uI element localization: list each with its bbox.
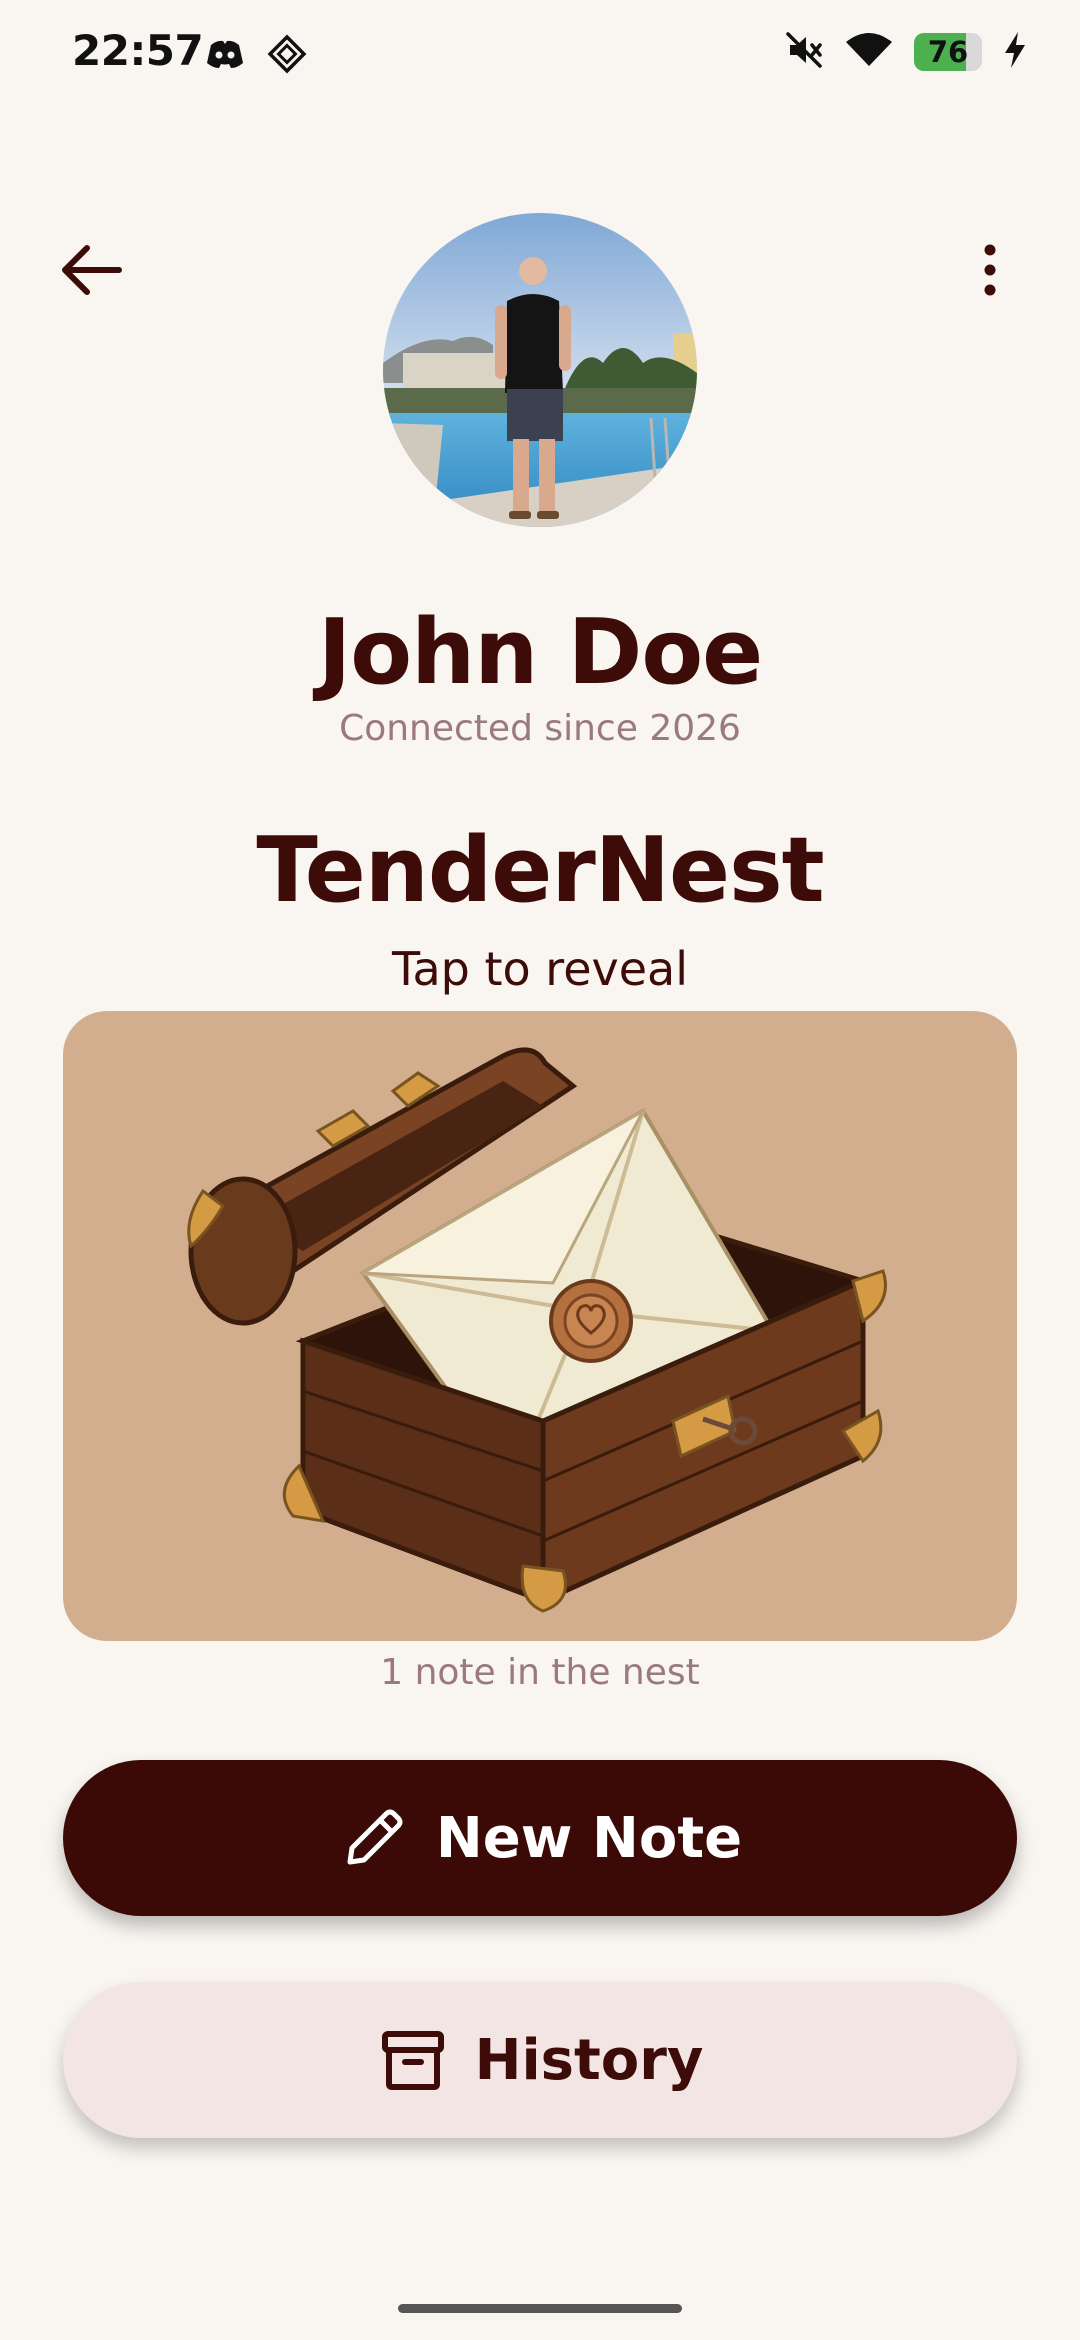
status-icons-left <box>205 34 307 78</box>
arrow-left-icon <box>62 245 122 295</box>
pencil-icon <box>347 1809 403 1865</box>
history-label: History <box>474 2027 704 2093</box>
status-icons-right: 76 <box>784 30 1028 74</box>
new-note-button[interactable]: New Note <box>63 1760 1017 1916</box>
battery-level: 76 <box>927 35 969 69</box>
tap-hint: Tap to reveal <box>392 942 688 996</box>
charging-icon <box>1002 30 1028 74</box>
more-options-button[interactable] <box>955 230 1025 310</box>
treasure-chest-illustration <box>187 1047 887 1613</box>
mute-icon <box>784 30 824 74</box>
new-note-label: New Note <box>435 1805 743 1871</box>
history-button[interactable]: History <box>63 1982 1017 2138</box>
app-title: TenderNest <box>256 818 824 923</box>
archive-icon <box>381 2031 444 2090</box>
app-diamond-icon <box>267 34 307 78</box>
avatar[interactable] <box>383 213 697 527</box>
home-indicator[interactable] <box>398 2304 682 2313</box>
battery-icon: 76 <box>914 33 982 71</box>
connected-since: Connected since 2026 <box>339 708 741 749</box>
contact-name: John Doe <box>317 600 763 705</box>
back-button[interactable] <box>52 230 132 310</box>
reveal-card[interactable] <box>63 1011 1017 1641</box>
wifi-icon <box>844 30 894 74</box>
status-time: 22:57 <box>72 26 204 75</box>
more-vertical-icon <box>984 244 996 296</box>
note-count: 1 note in the nest <box>380 1652 700 1693</box>
discord-icon <box>205 37 245 75</box>
